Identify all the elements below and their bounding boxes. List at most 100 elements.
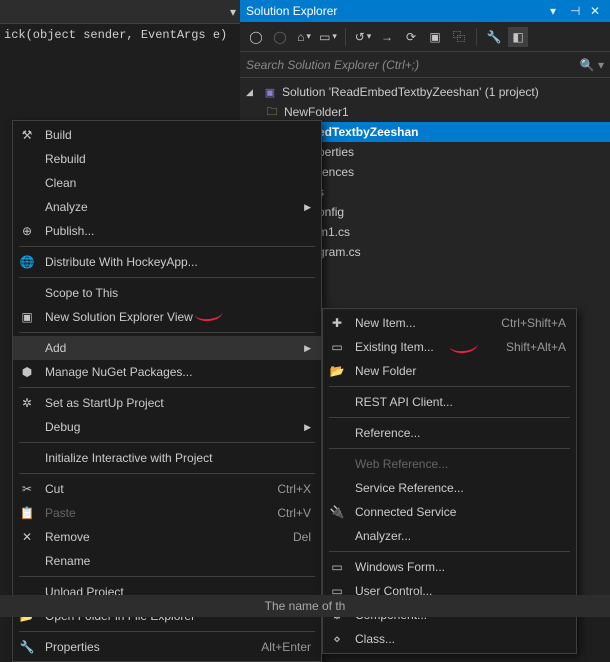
nuget-icon: ⬢ [17,364,37,380]
menu-item-label: Build [45,128,311,142]
blank-icon [327,425,347,441]
refresh-icon[interactable]: ⟳ [401,27,421,47]
add-submenu-item[interactable]: ✚New Item...Ctrl+Shift+A [323,311,576,335]
tree-folder-row[interactable]: 🗀 NewFolder1 [240,102,610,122]
menu-separator [19,576,315,577]
tree-item-label: NewFolder1 [284,105,349,119]
context-menu-item[interactable]: Add▶ [13,336,321,360]
blank-icon [17,151,37,167]
context-menu-item[interactable]: 🌐Distribute With HockeyApp... [13,250,321,274]
context-menu-item[interactable]: Rebuild [13,147,321,171]
add-submenu-item[interactable]: 🔌Connected Service [323,500,576,524]
tree-item-label: m1.cs [318,225,350,239]
blank-icon [17,285,37,301]
tree-item-label: gram.cs [318,245,361,259]
project-context-menu: ⚒Build Rebuild Clean Analyze▶⊕Publish... 🌐Di… [12,120,322,662]
home-icon[interactable]: ⌂ [294,27,314,47]
folder-icon: 🗀 [264,104,280,120]
menu-shortcut: Shift+Alt+A [506,340,566,354]
menu-separator [329,448,570,449]
editor-member-dropdown[interactable]: ick(object sender, EventArgs e) [0,24,240,46]
context-menu-item[interactable]: ▣New Solution Explorer View [13,305,321,329]
blank-icon [17,553,37,569]
search-bar[interactable]: 🔍 ▾ [240,52,610,78]
menu-item-label: Service Reference... [355,481,566,495]
context-menu-item[interactable]: ⬢ Manage NuGet Packages... [13,360,321,384]
status-bar: The name of th [0,595,610,617]
solution-node[interactable]: ◢▣ Solution 'ReadEmbedTextbyZeeshan' (1 … [240,82,610,102]
menu-item-label: Web Reference... [355,457,566,471]
tree-item-label: perties [318,145,354,159]
menu-separator [329,386,570,387]
menu-separator [19,631,315,632]
context-menu-item: 📋PasteCtrl+V [13,501,321,525]
pin-icon[interactable]: ⊣ [570,4,584,18]
menu-item-label: Windows Form... [355,560,566,574]
menu-item-label: Rebuild [45,152,311,166]
context-menu-item[interactable]: Analyze▶ [13,195,321,219]
add-submenu-item[interactable]: REST API Client... [323,390,576,414]
context-menu-item[interactable]: Initialize Interactive with Project [13,446,321,470]
blank-icon [17,450,37,466]
add-submenu-item[interactable]: ⋄Class... [323,627,576,651]
menu-item-label: Distribute With HockeyApp... [45,255,311,269]
dropdown-icon[interactable]: ▾ [550,4,564,18]
context-menu-item[interactable]: ✲Set as StartUp Project [13,391,321,415]
add-submenu-item[interactable]: Reference... [323,421,576,445]
context-menu-item[interactable]: Clean [13,171,321,195]
collapse-icon[interactable]: → [377,27,397,47]
menu-item-label: Manage NuGet Packages... [45,365,311,379]
back-icon[interactable]: ◯ [246,27,266,47]
close-icon[interactable]: ✕ [590,4,604,18]
add-submenu-item[interactable]: 📂New Folder [323,359,576,383]
panel-toolbar: ◯ ◯ ⌂ ▭ ↺ → ⟳ ▣ ⿻ 🔧 ◧ [240,22,610,52]
showall-icon[interactable]: ▣ [425,27,445,47]
menu-item-label: Clean [45,176,311,190]
context-menu-item[interactable]: ⚒Build [13,123,321,147]
properties-icon[interactable]: 🔧 [484,27,504,47]
context-menu-item[interactable]: Debug ▶ [13,415,321,439]
menu-item-label: Debug [45,420,293,434]
search-icon[interactable]: 🔍 ▾ [580,58,604,72]
context-menu-item[interactable]: ✕RemoveDel [13,525,321,549]
menu-item-label: Paste [45,506,243,520]
menu-item-label: Remove [45,530,243,544]
blank-icon [17,340,37,356]
copy-icon[interactable]: ⿻ [449,27,469,47]
add-submenu-item[interactable]: ▭Windows Form... [323,555,576,579]
panel-title: Solution Explorer [246,4,337,18]
add-submenu-item[interactable]: Analyzer... [323,524,576,548]
sync-icon[interactable]: ▭ [318,27,338,47]
panel-titlebar[interactable]: Solution Explorer ▾ ⊣ ✕ [240,0,610,22]
context-menu-item[interactable]: Scope to This [13,281,321,305]
add-submenu-item: Web Reference... [323,452,576,476]
menu-shortcut: Ctrl+V [251,506,311,520]
context-menu-item[interactable]: ✂CutCtrl+X [13,477,321,501]
publish-icon: ⊕ [17,223,37,239]
menu-item-label: Scope to This [45,286,311,300]
context-menu-item[interactable]: Rename [13,549,321,573]
submenu-arrow-icon: ▶ [301,422,311,433]
menu-separator [19,332,315,333]
blank-icon [17,175,37,191]
menu-item-label: New Solution Explorer View [45,310,311,324]
add-submenu-item[interactable]: Service Reference... [323,476,576,500]
search-input[interactable] [246,58,580,72]
folder-icon: 📂 [327,363,347,379]
menu-item-label: Set as StartUp Project [45,396,311,410]
editor-tabstrip[interactable]: ▾ [0,0,240,24]
menu-item-label: New Item... [355,316,493,330]
menu-separator [329,417,570,418]
menu-item-label: Cut [45,482,243,496]
context-menu-item[interactable]: 🔧PropertiesAlt+Enter [13,635,321,659]
menu-shortcut: Del [251,530,311,544]
menu-shortcut: Ctrl+Shift+A [501,316,566,330]
history-icon[interactable]: ↺ [353,27,373,47]
menu-item-label: Add [45,341,293,355]
submenu-arrow-icon: ▶ [301,202,311,213]
preview-icon[interactable]: ◧ [508,27,528,47]
menu-shortcut: Ctrl+X [251,482,311,496]
forward-icon[interactable]: ◯ [270,27,290,47]
menu-item-label: Connected Service [355,505,566,519]
context-menu-item[interactable]: ⊕Publish... [13,219,321,243]
